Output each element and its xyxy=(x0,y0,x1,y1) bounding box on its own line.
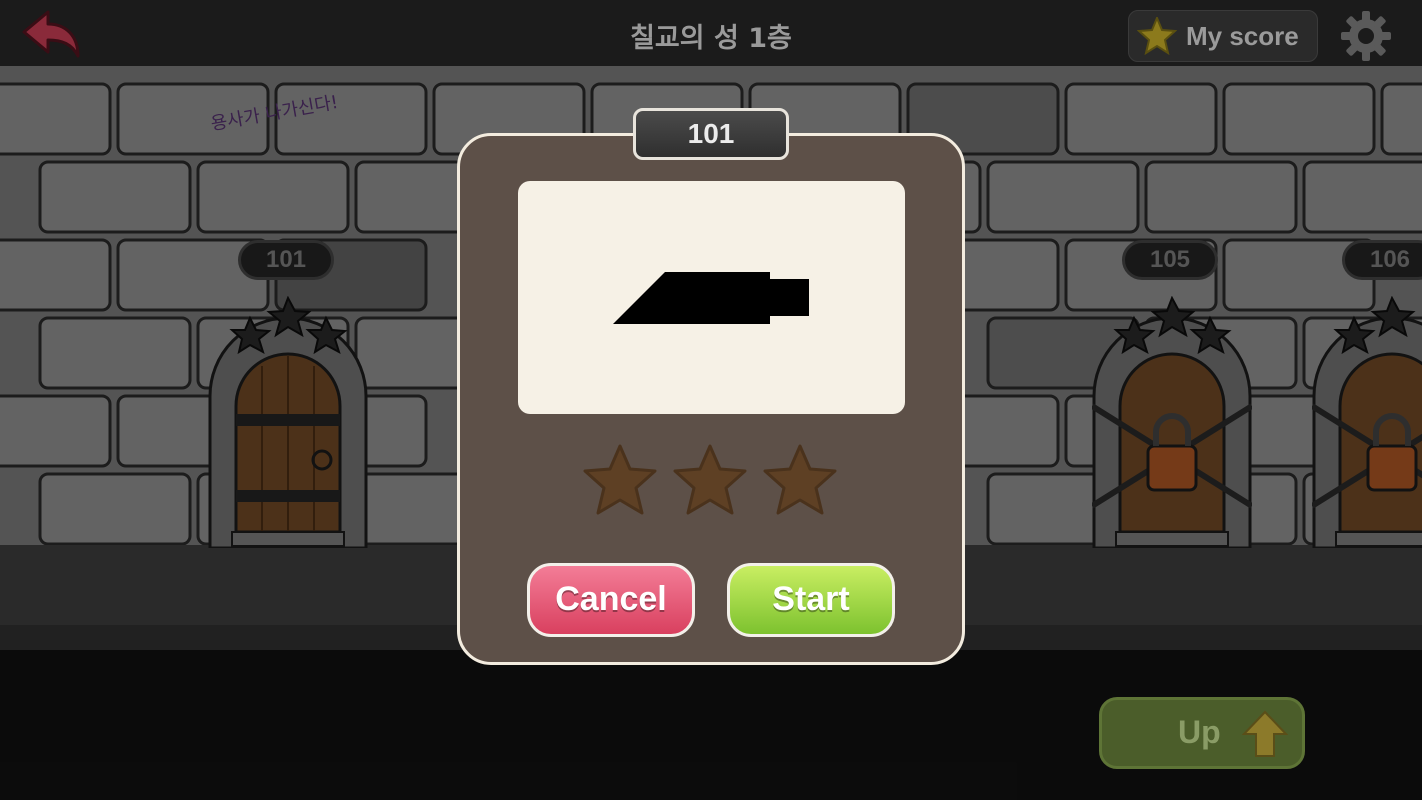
cancel-button[interactable]: Cancel xyxy=(527,563,695,637)
gear-icon[interactable] xyxy=(1340,10,1392,62)
room-badge-106: 106 xyxy=(1342,240,1422,280)
up-button-label: Up xyxy=(1178,714,1221,750)
my-score-button[interactable]: My score xyxy=(1128,10,1318,62)
door-105[interactable] xyxy=(1092,296,1252,548)
star-icon xyxy=(1137,17,1177,55)
up-button[interactable]: Up xyxy=(1099,697,1305,769)
door-101[interactable] xyxy=(208,296,368,548)
tangram-silhouette xyxy=(613,272,809,324)
start-button[interactable]: Start xyxy=(727,563,895,637)
room-badge-101: 101 xyxy=(238,240,334,280)
my-score-label: My score xyxy=(1186,21,1299,51)
game-scene: 용사가 나가신다! 101 105 106 칠교의 성 1층 My score … xyxy=(0,0,1422,800)
level-number-tag: 101 xyxy=(633,108,789,160)
room-badge-105: 105 xyxy=(1122,240,1218,280)
star-2-icon xyxy=(673,444,747,515)
puzzle-preview xyxy=(518,181,905,414)
star-1-icon xyxy=(583,444,657,515)
star-3-icon xyxy=(763,444,837,515)
door-106[interactable] xyxy=(1312,296,1422,548)
arrow-up-icon xyxy=(1242,710,1288,757)
